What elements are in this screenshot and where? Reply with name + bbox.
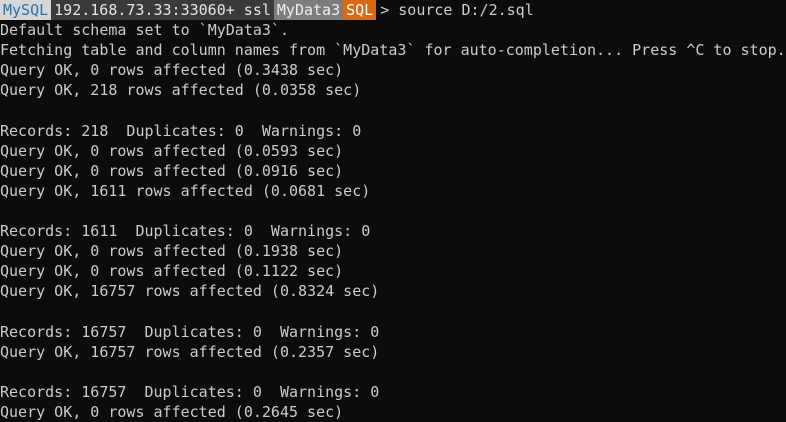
output-line: Default schema set to `MyData3`.: [0, 21, 289, 40]
output-line: Query OK, 0 rows affected (0.0916 sec): [0, 161, 344, 180]
prompt-host-segment: 192.168.73.33:33060+ ssl: [51, 0, 274, 21]
output-line: Records: 1611 Duplicates: 0 Warnings: 0: [0, 222, 371, 241]
output-line: Records: 218 Duplicates: 0 Warnings: 0: [0, 121, 362, 140]
shell-prompt: MySQL 192.168.73.33:33060+ ssl MyData3 S…: [0, 0, 786, 21]
output-line: Query OK, 218 rows affected (0.0358 sec): [0, 81, 362, 100]
prompt-database-segment: MyData3: [273, 0, 344, 21]
output-line: Query OK, 16757 rows affected (0.8324 se…: [0, 282, 380, 301]
entered-command: > source D:/2.sql: [380, 1, 534, 19]
output-line: Query OK, 0 rows affected (0.2645 sec): [0, 402, 344, 421]
output-line: Records: 16757 Duplicates: 0 Warnings: 0: [0, 382, 380, 401]
output-line: Query OK, 0 rows affected (0.0593 sec): [0, 141, 344, 160]
terminal-window[interactable]: MySQL 192.168.73.33:33060+ ssl MyData3 S…: [0, 0, 786, 421]
output-line: Query OK, 16757 rows affected (0.2357 se…: [0, 342, 380, 361]
output-line: Records: 16757 Duplicates: 0 Warnings: 0: [0, 322, 380, 341]
prompt-app-segment: MySQL: [0, 0, 52, 21]
output-line: Query OK, 1611 rows affected (0.0681 sec…: [0, 181, 371, 200]
output-line: Query OK, 0 rows affected (0.3438 sec): [0, 61, 344, 80]
output-line: Query OK, 0 rows affected (0.1938 sec): [0, 242, 344, 261]
prompt-mode-segment: SQL: [343, 0, 377, 21]
output-line: Query OK, 0 rows affected (0.1122 sec): [0, 262, 344, 281]
output-line: Fetching table and column names from `My…: [0, 41, 786, 60]
